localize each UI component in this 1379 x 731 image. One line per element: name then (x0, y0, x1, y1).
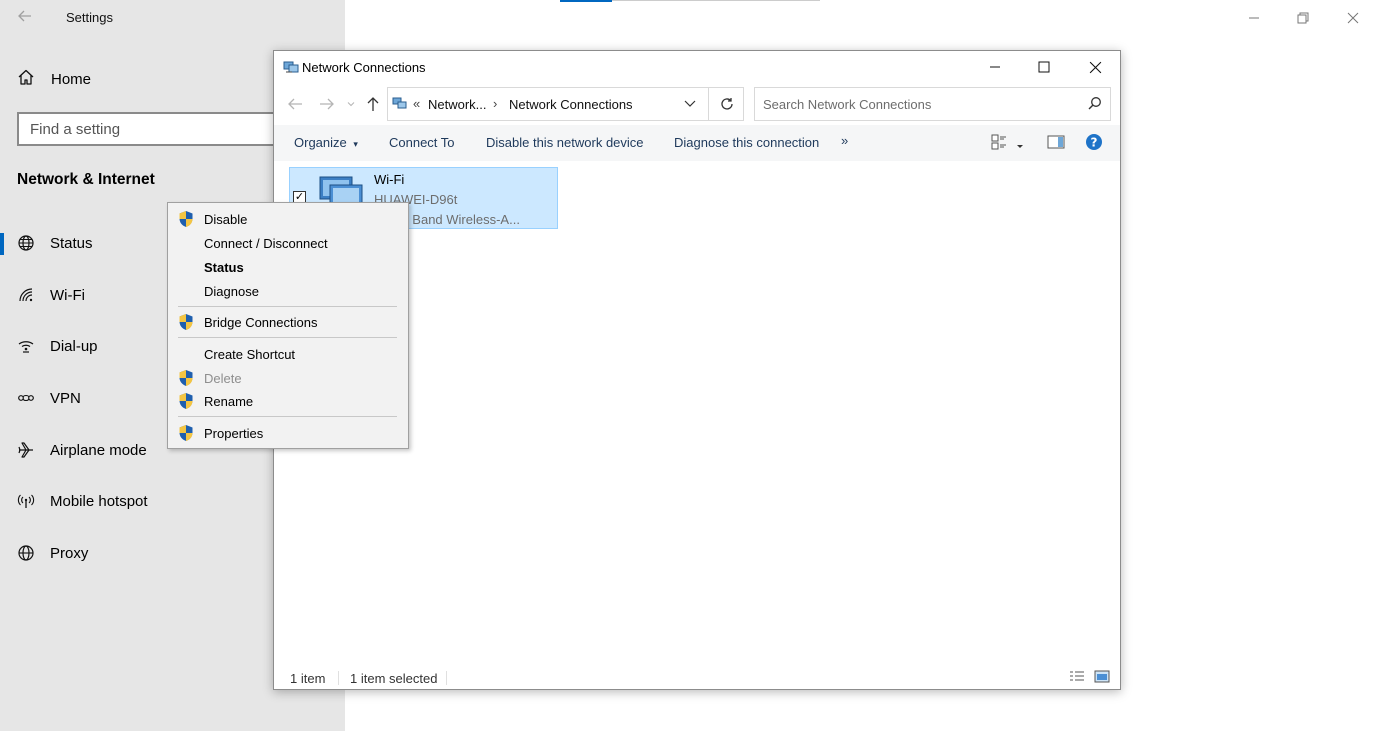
menu-item-label: Disable (204, 212, 248, 227)
menu-item-bridge-connections[interactable]: Bridge Connections (170, 311, 406, 334)
uac-shield-icon (178, 392, 194, 415)
breadcrumb-network-connections[interactable]: Network Connections (509, 97, 633, 112)
minimize-icon[interactable] (1244, 8, 1264, 28)
nav-label: Airplane mode (50, 441, 147, 459)
details-view-icon[interactable] (1069, 669, 1085, 690)
change-view-icon[interactable] (991, 133, 1009, 156)
restore-icon[interactable] (1293, 8, 1313, 28)
more-commands-button[interactable]: » (841, 133, 848, 148)
item-count: 1 item (290, 671, 326, 686)
wifi-icon (16, 285, 36, 305)
refresh-icon[interactable] (708, 88, 744, 120)
preview-pane-icon[interactable] (1047, 133, 1065, 156)
tab-divider (612, 0, 820, 1)
up-arrow-icon[interactable] (363, 94, 383, 114)
menu-item-properties[interactable]: Properties (170, 422, 406, 445)
globe-icon (16, 233, 36, 253)
tab-indicator (560, 0, 612, 2)
menu-item-label: Connect / Disconnect (204, 236, 328, 251)
hotspot-icon (16, 491, 36, 511)
menu-item-diagnose[interactable]: Diagnose (170, 280, 406, 303)
nav-label: Status (50, 234, 93, 252)
nav-label: Dial-up (50, 337, 98, 355)
menu-item-rename[interactable]: Rename (170, 390, 406, 413)
status-divider (446, 671, 447, 685)
menu-item-label: Delete (204, 371, 242, 386)
status-divider (338, 671, 339, 685)
menu-item-delete: Delete (170, 367, 406, 390)
breadcrumb-overflow[interactable]: « (413, 96, 420, 111)
nav-label: Mobile hotspot (50, 492, 148, 510)
window-titlebar[interactable]: Network Connections (274, 51, 1120, 83)
svg-text:?: ? (1091, 136, 1098, 150)
context-menu: Disable Connect / Disconnect Status Diag… (167, 202, 409, 449)
search-input[interactable] (755, 88, 1110, 120)
recent-locations-chevron-icon[interactable] (341, 94, 361, 114)
menu-item-label: Rename (204, 394, 254, 409)
menu-separator (178, 337, 397, 338)
section-heading: Network & Internet (17, 171, 155, 188)
uac-shield-icon (178, 369, 194, 392)
globe-icon (16, 543, 36, 563)
view-options-chevron-icon[interactable] (1016, 138, 1024, 156)
connect-to-button[interactable]: Connect To (389, 135, 455, 150)
menu-separator (178, 306, 397, 307)
menu-item-label: Create Shortcut (204, 347, 296, 362)
app-title: Settings (66, 10, 113, 25)
address-bar[interactable]: « Network... › Network Connections (387, 87, 744, 121)
network-connections-icon (283, 59, 299, 80)
close-icon[interactable] (1343, 8, 1363, 28)
connection-name: Wi-Fi (374, 172, 405, 187)
address-dropdown-chevron-icon[interactable] (684, 96, 696, 115)
close-icon[interactable] (1083, 55, 1107, 79)
back-arrow-icon[interactable] (17, 8, 35, 26)
menu-item-connect-disconnect[interactable]: Connect / Disconnect (170, 232, 406, 255)
airplane-icon (16, 440, 36, 460)
dialup-icon (16, 336, 36, 356)
nav-label: Proxy (50, 544, 89, 562)
selection-count: 1 item selected (350, 671, 438, 686)
disable-network-device-button[interactable]: Disable this network device (486, 135, 644, 150)
menu-item-disable[interactable]: Disable (170, 208, 406, 231)
menu-item-label: Bridge Connections (204, 315, 318, 330)
breadcrumb-network[interactable]: Network... (428, 97, 487, 112)
forward-arrow-icon[interactable] (317, 94, 337, 114)
menu-item-label: Diagnose (204, 284, 259, 299)
menu-item-create-shortcut[interactable]: Create Shortcut (170, 343, 406, 366)
vpn-icon (16, 388, 36, 408)
organize-button[interactable]: Organize ▾ (294, 135, 358, 150)
search-icon[interactable] (1088, 96, 1102, 115)
breadcrumb-separator[interactable]: › (493, 96, 497, 111)
nav-label: VPN (50, 389, 81, 407)
menu-item-label: Properties (204, 426, 264, 441)
address-row: « Network... › Network Connections (274, 87, 1120, 121)
maximize-icon[interactable] (1032, 55, 1056, 79)
status-bar: 1 item 1 item selected (274, 665, 1120, 689)
command-bar: Organize ▾ Connect To Disable this netwo… (274, 125, 1120, 161)
search-box[interactable] (754, 87, 1111, 121)
help-icon[interactable]: ? (1085, 133, 1103, 156)
nav-label: Wi-Fi (50, 286, 85, 304)
menu-item-status[interactable]: Status (170, 256, 406, 279)
uac-shield-icon (178, 313, 194, 336)
home-label: Home (51, 70, 92, 88)
organize-label: Organize (294, 135, 347, 150)
organize-caret-icon: ▾ (353, 139, 358, 149)
diagnose-connection-button[interactable]: Diagnose this connection (674, 135, 819, 150)
menu-separator (178, 416, 397, 417)
window-title: Network Connections (302, 60, 426, 75)
network-folder-icon (392, 97, 408, 116)
uac-shield-icon (178, 424, 194, 447)
find-setting-search[interactable] (17, 112, 317, 146)
uac-shield-icon (178, 210, 194, 233)
menu-item-label: Status (204, 260, 244, 275)
find-setting-input[interactable] (19, 114, 315, 144)
minimize-icon[interactable] (983, 55, 1007, 79)
large-icons-view-icon[interactable] (1094, 669, 1110, 690)
back-arrow-icon[interactable] (285, 94, 305, 114)
home-icon (17, 68, 35, 91)
home-nav-item[interactable]: Home (17, 67, 91, 91)
